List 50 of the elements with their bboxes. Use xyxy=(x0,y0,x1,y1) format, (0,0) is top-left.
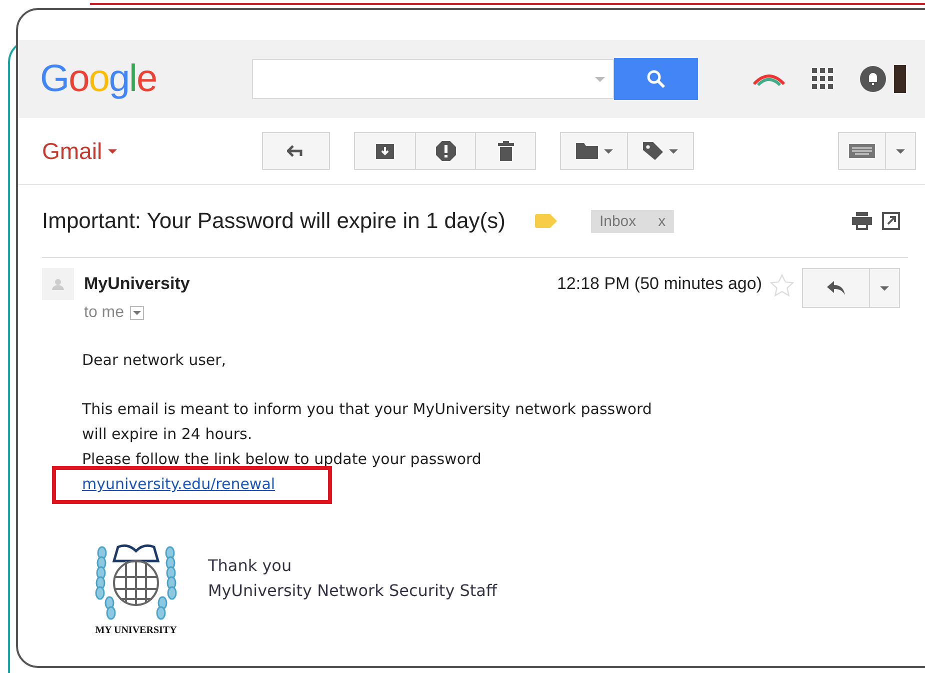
timestamp: 12:18 PM (50 minutes ago) xyxy=(556,274,762,294)
body-text: will expire in 24 hours. xyxy=(82,424,254,445)
move-button[interactable] xyxy=(560,132,628,170)
email-subject: Important: Your Password will expire in 1 day(s) xyxy=(42,208,506,234)
star-icon[interactable] xyxy=(770,274,794,298)
trash-icon xyxy=(498,141,514,161)
print-icon[interactable] xyxy=(852,212,872,230)
body-text: This email is meant to inform you that your MyUniversity network password xyxy=(82,399,653,420)
folder-icon xyxy=(576,143,598,159)
recipient-text: to me xyxy=(84,304,124,322)
reply-arrow-icon xyxy=(827,281,845,295)
caret-icon xyxy=(669,148,678,154)
labels-button[interactable] xyxy=(628,132,694,170)
back-button[interactable] xyxy=(262,132,330,170)
spam-button[interactable] xyxy=(416,132,476,170)
tag-icon xyxy=(643,142,663,160)
exclamation-icon xyxy=(436,141,456,161)
archive-icon xyxy=(376,143,394,159)
caret-icon xyxy=(880,286,889,290)
arc-icon[interactable] xyxy=(752,72,786,86)
search-icon xyxy=(646,69,666,89)
body-text: Dear network user, xyxy=(82,350,228,371)
caret-icon xyxy=(133,311,142,315)
gmail-menu[interactable]: Gmail xyxy=(42,138,262,164)
search-button[interactable] xyxy=(614,58,698,100)
caret-icon xyxy=(604,148,612,154)
keyboard-button[interactable] xyxy=(838,132,886,170)
back-arrow-icon xyxy=(287,145,305,157)
signature-line: Thank you xyxy=(208,554,293,576)
signature-line: MyUniversity Network Security Staff xyxy=(208,580,498,602)
google-logo[interactable]: Google xyxy=(40,58,252,100)
caret-icon xyxy=(896,148,905,154)
keyboard-icon xyxy=(849,144,875,158)
notification-icon[interactable] xyxy=(860,66,886,92)
reply-button[interactable] xyxy=(802,268,870,308)
body-text: Please follow the link below to update your password xyxy=(82,449,482,470)
apps-grid-icon[interactable] xyxy=(812,68,834,90)
logo-caption: MY UNIVERSITY xyxy=(95,625,177,636)
label-text: Inbox xyxy=(599,212,636,230)
search-field[interactable] xyxy=(252,59,614,99)
renewal-link[interactable]: myuniversity.edu/renewal xyxy=(82,475,276,493)
sender-avatar xyxy=(42,268,74,300)
sender-name: MyUniversity xyxy=(84,274,190,294)
details-dropdown[interactable] xyxy=(130,306,144,320)
delete-button[interactable] xyxy=(476,132,536,170)
remove-label-button[interactable]: x xyxy=(658,212,666,230)
archive-button[interactable] xyxy=(354,132,416,170)
caret-icon xyxy=(108,148,118,154)
new-window-icon[interactable] xyxy=(882,212,900,230)
label-tag-icon xyxy=(535,214,558,228)
